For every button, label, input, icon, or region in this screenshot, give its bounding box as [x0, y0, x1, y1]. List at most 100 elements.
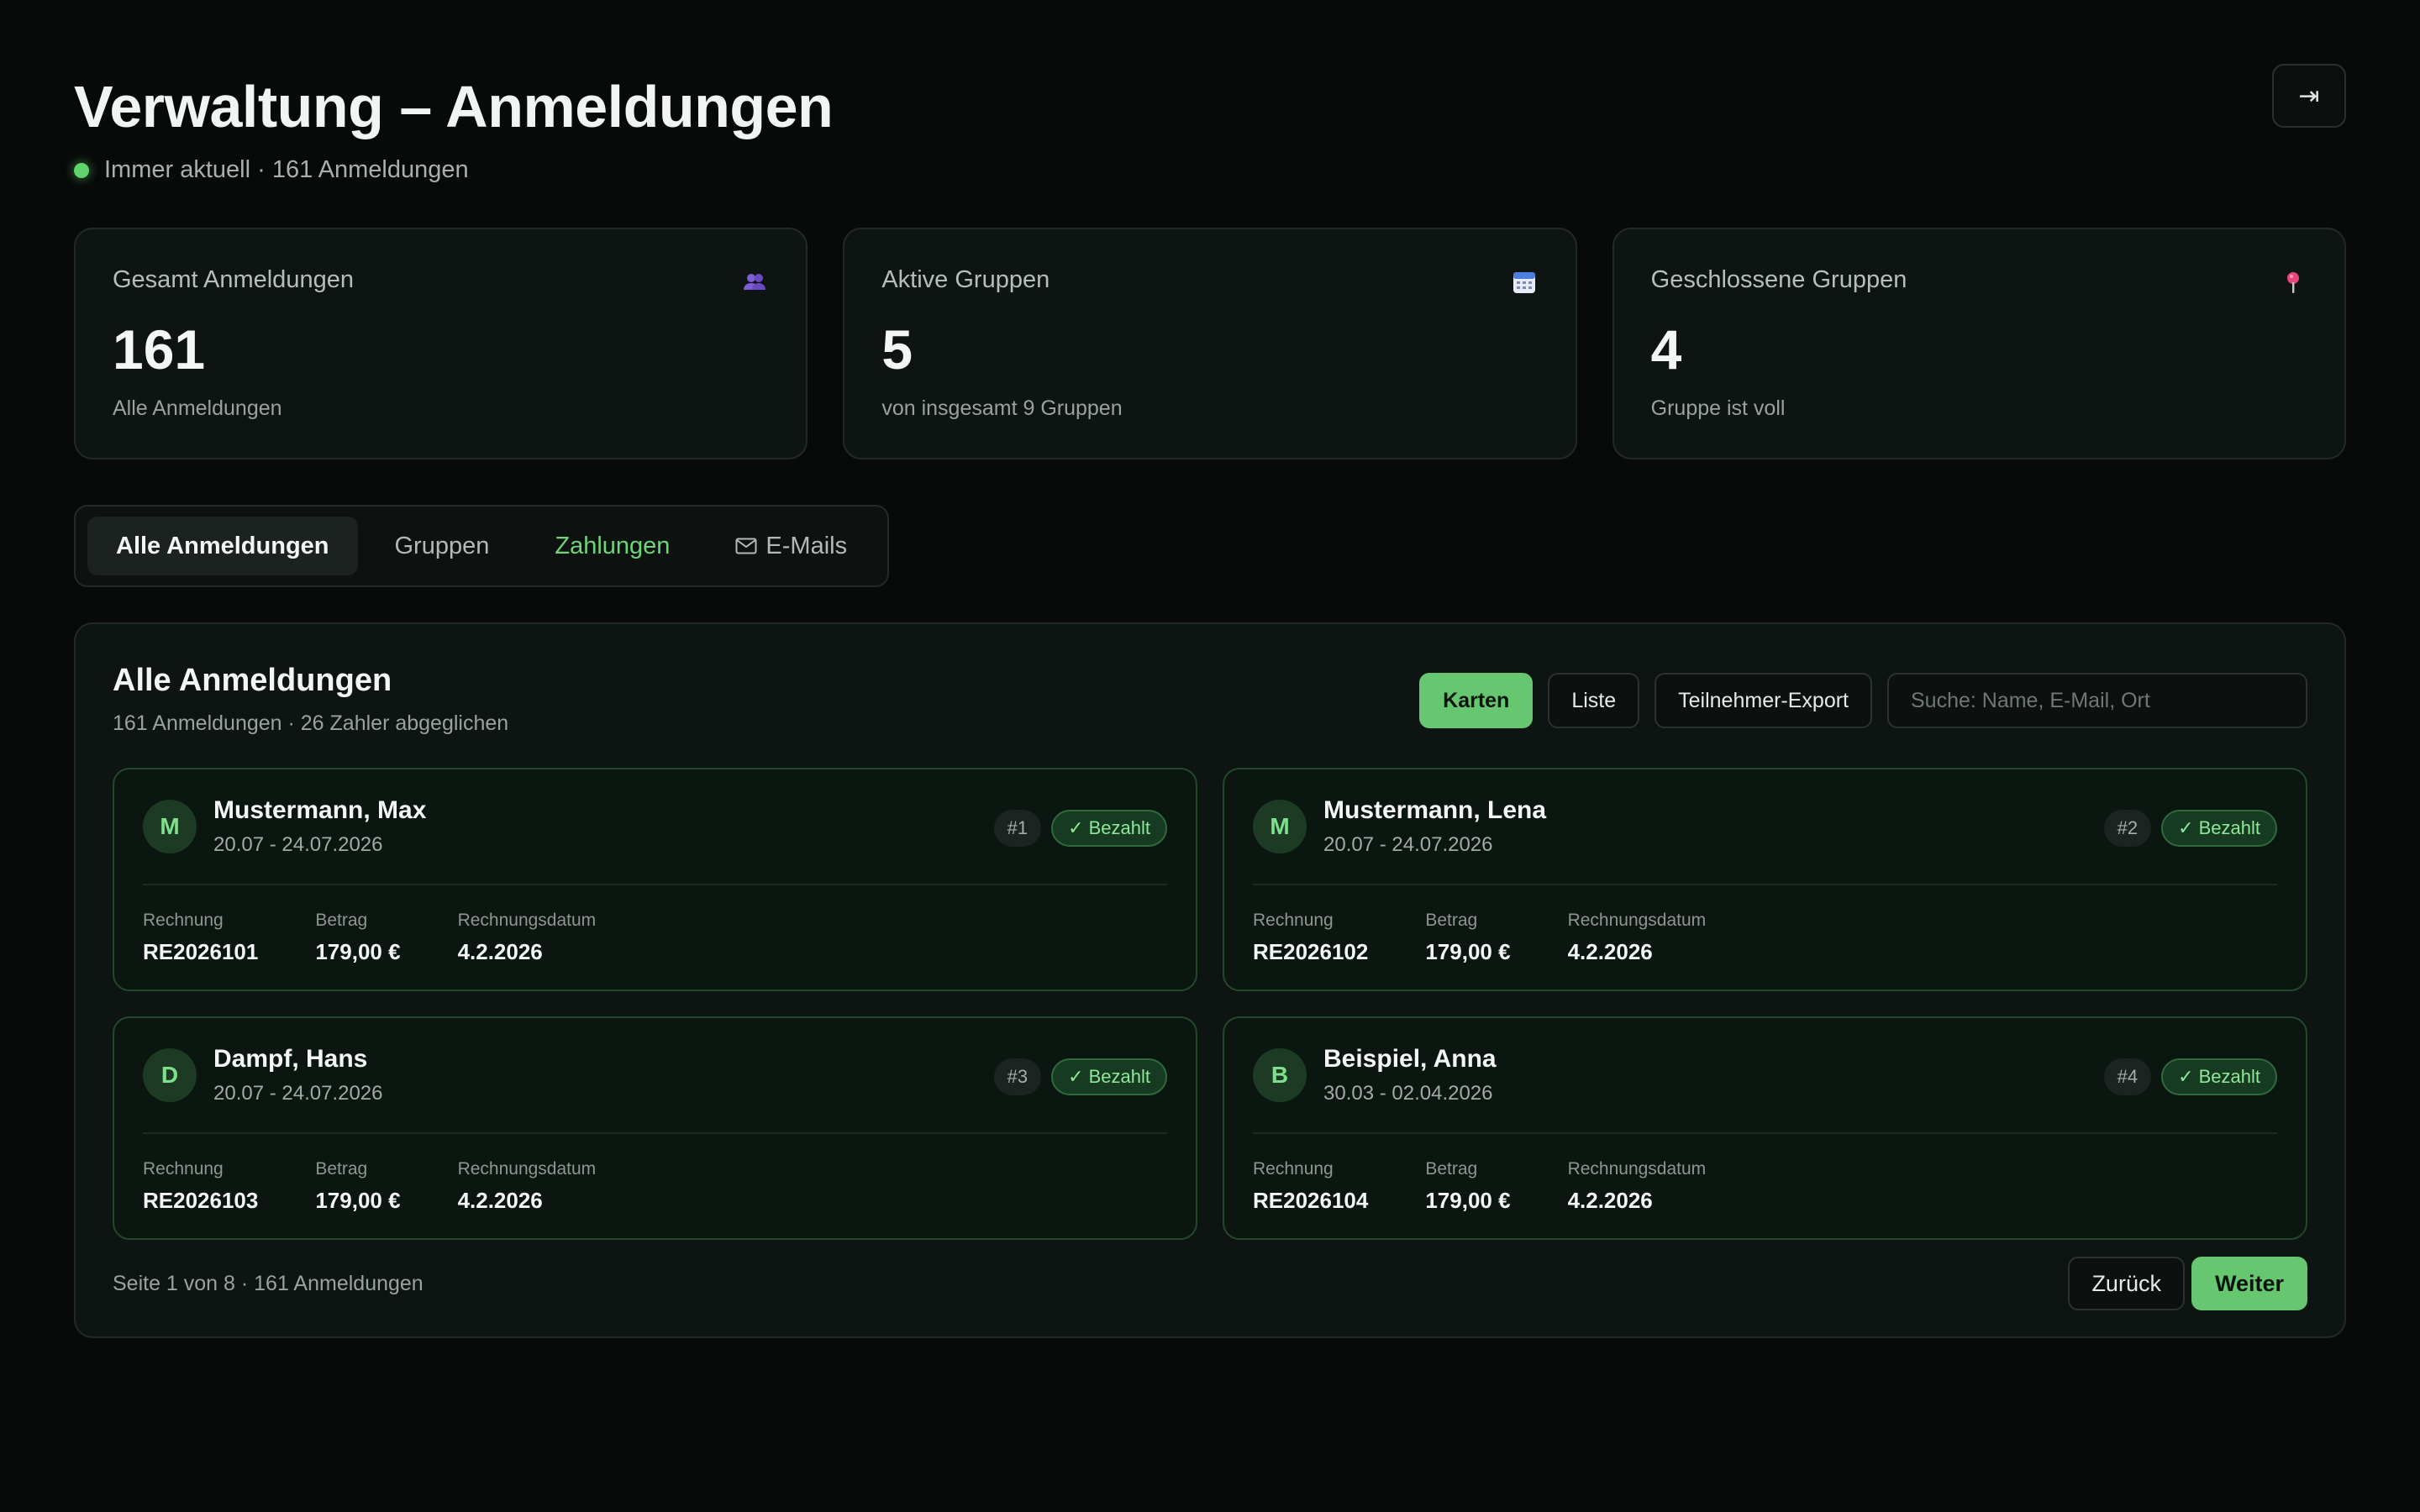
card-header: D Dampf, Hans 20.07 - 24.07.2026 #3 ✓ Be…	[143, 1018, 1167, 1134]
amount-label: Betrag	[1425, 1159, 1478, 1179]
avatar: M	[143, 800, 197, 853]
stat-label: Gesamt Anmeldungen	[113, 266, 354, 293]
registration-card[interactable]: D Dampf, Hans 20.07 - 24.07.2026 #3 ✓ Be…	[113, 1016, 1197, 1240]
card-badges: #2 ✓ Bezahlt	[2103, 810, 2277, 847]
page: Verwaltung – Anmeldungen Immer aktuell ·…	[0, 0, 2420, 1512]
stat-card-closed-groups: Geschlossene Gruppen 4 Gruppe ist voll	[1612, 228, 2346, 459]
invoice-label: Rechnung	[1253, 1159, 1334, 1179]
registrations-panel: Alle Anmeldungen 161 Anmeldungen · 26 Za…	[74, 622, 2346, 1338]
invoice-date-value: 4.2.2026	[457, 939, 543, 964]
pagination-buttons: Zurück Weiter	[2068, 1257, 2307, 1310]
invoice-date-value: 4.2.2026	[1567, 1188, 1653, 1213]
tab-payments[interactable]: Zahlungen	[526, 517, 698, 575]
tab-bar: Alle Anmeldungen Gruppen Zahlungen E-Mai…	[74, 505, 890, 587]
status-badge: ✓ Bezahlt	[2161, 1058, 2277, 1095]
registration-cards: M Mustermann, Max 20.07 - 24.07.2026 #1 …	[113, 768, 2307, 1240]
card-details: Rechnung RE2026101 Betrag 179,00 € Rechnun…	[143, 885, 1167, 965]
stat-value: 4	[1650, 318, 1682, 381]
amount-label: Betrag	[1425, 911, 1478, 930]
card-details: Rechnung RE2026104 Betrag 179,00 € Rechnun…	[1253, 1134, 2277, 1214]
tab-emails-label: E-Mails	[765, 532, 848, 559]
number-badge: #1	[993, 810, 1042, 847]
person-name: Mustermann, Lena	[1323, 796, 1547, 824]
invoice-label: Rechnung	[143, 1159, 224, 1179]
person-name: Mustermann, Max	[213, 796, 427, 824]
number-badge: #3	[993, 1058, 1042, 1095]
next-page-button[interactable]: Weiter	[2191, 1257, 2307, 1310]
amount-value: 179,00 €	[1425, 1188, 1511, 1213]
search-input[interactable]	[1887, 673, 2307, 728]
logout-button[interactable]: ⇥	[2272, 64, 2346, 128]
status-line: Immer aktuell · 161 Anmeldungen	[74, 156, 2346, 184]
invoice-value: RE2026102	[1253, 939, 1369, 964]
tab-all-registrations[interactable]: Alle Anmeldungen	[87, 517, 358, 575]
status-badge: ✓ Bezahlt	[2161, 810, 2277, 847]
users-icon	[744, 274, 766, 290]
amount-value: 179,00 €	[315, 1188, 401, 1213]
card-header: B Beispiel, Anna 30.03 - 02.04.2026 #4 ✓…	[1253, 1018, 2277, 1134]
stat-card-total: Gesamt Anmeldungen 161 Alle Anmeldungen	[74, 228, 808, 459]
invoice-label: Rechnung	[1253, 911, 1334, 930]
card-header: M Mustermann, Lena 20.07 - 24.07.2026 #2…	[1253, 769, 2277, 885]
panel-subtitle: 161 Anmeldungen · 26 Zahler abgeglichen	[113, 711, 509, 735]
registration-card[interactable]: M Mustermann, Lena 20.07 - 24.07.2026 #2…	[1223, 768, 2307, 991]
card-badges: #4 ✓ Bezahlt	[2103, 1058, 2277, 1095]
registration-card[interactable]: B Beispiel, Anna 30.03 - 02.04.2026 #4 ✓…	[1223, 1016, 2307, 1240]
card-header: M Mustermann, Max 20.07 - 24.07.2026 #1 …	[143, 769, 1167, 885]
avatar: B	[1253, 1048, 1307, 1102]
stat-sub: Alle Anmeldungen	[113, 396, 282, 420]
mail-icon	[735, 538, 757, 554]
invoice-date-value: 4.2.2026	[457, 1188, 543, 1213]
number-badge: #4	[2103, 1058, 2152, 1095]
stat-card-active-groups: Aktive Gruppen 5 von insgesamt 9 Gruppen	[843, 228, 1577, 459]
pagination-text: Seite 1 von 8 · 161 Anmeldungen	[113, 1271, 424, 1295]
tab-emails[interactable]: E-Mails	[707, 517, 876, 575]
registration-card[interactable]: M Mustermann, Max 20.07 - 24.07.2026 #1 …	[113, 768, 1197, 991]
amount-value: 179,00 €	[1425, 939, 1511, 964]
stat-sub: von insgesamt 9 Gruppen	[881, 396, 1123, 420]
person-dates: 30.03 - 02.04.2026	[1323, 1082, 1493, 1105]
status-text: Immer aktuell · 161 Anmeldungen	[104, 156, 469, 183]
invoice-value: RE2026103	[143, 1188, 259, 1213]
avatar: D	[143, 1048, 197, 1102]
stat-value: 161	[113, 318, 206, 381]
card-badges: #3 ✓ Bezahlt	[993, 1058, 1167, 1095]
panel-title: Alle Anmeldungen	[113, 663, 392, 698]
stat-value: 5	[881, 318, 913, 381]
invoice-label: Rechnung	[143, 911, 224, 930]
number-badge: #2	[2103, 810, 2152, 847]
amount-label: Betrag	[315, 1159, 368, 1179]
person-dates: 20.07 - 24.07.2026	[213, 833, 383, 856]
page-title: Verwaltung – Anmeldungen	[74, 74, 834, 139]
status-badge: ✓ Bezahlt	[1051, 1058, 1167, 1095]
invoice-date-value: 4.2.2026	[1567, 939, 1653, 964]
invoice-date-label: Rechnungsdatum	[457, 911, 597, 930]
person-name: Dampf, Hans	[213, 1045, 368, 1073]
person-dates: 20.07 - 24.07.2026	[1323, 833, 1493, 856]
invoice-date-label: Rechnungsdatum	[1567, 911, 1707, 930]
pagination: Seite 1 von 8 · 161 Anmeldungen Zurück W…	[113, 1257, 2307, 1310]
invoice-value: RE2026104	[1253, 1188, 1369, 1213]
header: Verwaltung – Anmeldungen Immer aktuell ·…	[74, 0, 2346, 184]
panel-header: Alle Anmeldungen 161 Anmeldungen · 26 Za…	[113, 661, 2307, 736]
tab-groups[interactable]: Gruppen	[366, 517, 518, 575]
card-details: Rechnung RE2026102 Betrag 179,00 € Rechnun…	[1253, 885, 2277, 965]
previous-page-button[interactable]: Zurück	[2068, 1257, 2185, 1310]
person-dates: 20.07 - 24.07.2026	[213, 1082, 383, 1105]
invoice-date-label: Rechnungsdatum	[457, 1159, 597, 1179]
logout-icon: ⇥	[2298, 81, 2320, 110]
invoice-value: RE2026101	[143, 939, 259, 964]
participant-export-button[interactable]: Teilnehmer-Export	[1655, 673, 1872, 728]
amount-label: Betrag	[315, 911, 368, 930]
view-list-button[interactable]: Liste	[1548, 673, 1640, 728]
status-badge: ✓ Bezahlt	[1051, 810, 1167, 847]
view-cards-button[interactable]: Karten	[1419, 673, 1534, 728]
live-status-dot-icon	[74, 162, 89, 178]
person-name: Beispiel, Anna	[1323, 1045, 1497, 1073]
card-badges: #1 ✓ Bezahlt	[993, 810, 1167, 847]
stat-label: Aktive Gruppen	[881, 266, 1050, 293]
pin-icon	[2286, 272, 2299, 293]
panel-toolbar: Karten Liste Teilnehmer-Export	[1419, 673, 2307, 728]
card-details: Rechnung RE2026103 Betrag 179,00 € Rechnun…	[143, 1134, 1167, 1214]
avatar: M	[1253, 800, 1307, 853]
